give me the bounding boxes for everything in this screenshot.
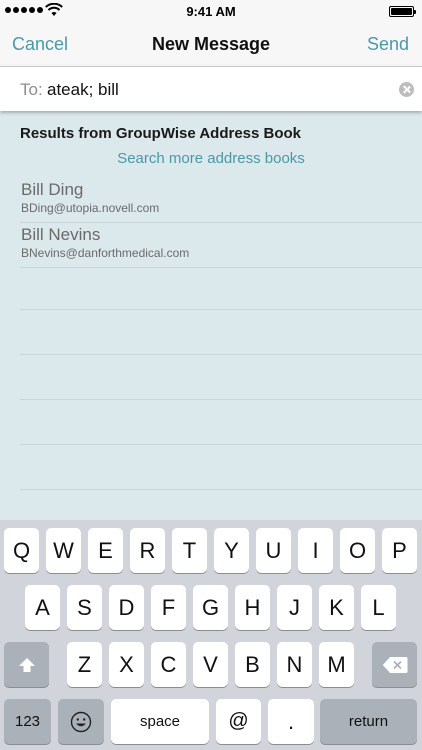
to-label: To: xyxy=(20,80,43,99)
divider xyxy=(20,444,422,445)
page-title: New Message xyxy=(151,34,271,54)
key-l[interactable]: L xyxy=(361,585,396,630)
key-j[interactable]: J xyxy=(277,585,312,630)
shift-key[interactable] xyxy=(4,642,49,687)
key-i[interactable]: I xyxy=(298,528,333,573)
status-time: 9:41 AM xyxy=(186,4,236,19)
key-p[interactable]: P xyxy=(382,528,417,573)
key-o[interactable]: O xyxy=(340,528,375,573)
contact-email: BNevins@danforthmedical.com xyxy=(21,246,190,260)
key-c[interactable]: C xyxy=(151,642,186,687)
key-g[interactable]: G xyxy=(193,585,228,630)
to-field-row: To: ateak; bill xyxy=(0,66,422,111)
divider xyxy=(20,399,422,400)
key-n[interactable]: N xyxy=(277,642,312,687)
search-more-link[interactable]: Search more address books xyxy=(0,150,422,167)
contact-name: Bill Ding xyxy=(21,180,84,199)
divider xyxy=(20,489,422,490)
address-results: Results from GroupWise Address Book Sear… xyxy=(0,111,422,521)
emoji-key[interactable] xyxy=(58,699,104,744)
delete-icon xyxy=(382,656,407,673)
key-m[interactable]: M xyxy=(319,642,354,687)
key-s[interactable]: S xyxy=(67,585,102,630)
contact-item[interactable]: Bill Nevins BNevins@danforthmedical.com xyxy=(20,223,422,268)
key-f[interactable]: F xyxy=(151,585,186,630)
send-button[interactable]: Send xyxy=(367,34,409,55)
key-q[interactable]: Q xyxy=(4,528,39,573)
key-v[interactable]: V xyxy=(193,642,228,687)
return-key[interactable]: return xyxy=(320,699,417,744)
to-input[interactable]: ateak; bill xyxy=(47,80,119,100)
key-t[interactable]: T xyxy=(172,528,207,573)
contact-name: Bill Nevins xyxy=(21,225,101,244)
shift-icon xyxy=(18,657,35,672)
key-r[interactable]: R xyxy=(130,528,165,573)
key-w[interactable]: W xyxy=(46,528,81,573)
battery-icon xyxy=(389,6,416,17)
key-y[interactable]: Y xyxy=(214,528,249,573)
navigation-bar: Cancel New Message Send xyxy=(0,22,422,66)
key-h[interactable]: H xyxy=(235,585,270,630)
keyboard: Q W E R T Y U I O P A S D F G H J K L Z … xyxy=(0,520,422,750)
key-e[interactable]: E xyxy=(88,528,123,573)
divider xyxy=(20,309,422,310)
key-d[interactable]: D xyxy=(109,585,144,630)
contact-item[interactable]: Bill Ding BDing@utopia.novell.com xyxy=(20,178,422,223)
key-z[interactable]: Z xyxy=(67,642,102,687)
numbers-key[interactable]: 123 xyxy=(4,699,51,744)
key-k[interactable]: K xyxy=(319,585,354,630)
key-a[interactable]: A xyxy=(25,585,60,630)
divider xyxy=(20,354,422,355)
emoji-icon xyxy=(70,711,92,732)
period-key[interactable]: . xyxy=(268,699,314,744)
status-bar: 9:41 AM xyxy=(0,0,422,22)
delete-key[interactable] xyxy=(372,642,417,687)
key-b[interactable]: B xyxy=(235,642,270,687)
results-header: Results from GroupWise Address Book xyxy=(20,125,302,142)
contact-email: BDing@utopia.novell.com xyxy=(21,201,160,215)
at-key[interactable]: @ xyxy=(216,699,261,744)
key-x[interactable]: X xyxy=(109,642,144,687)
space-key[interactable]: space xyxy=(111,699,209,744)
clear-icon[interactable] xyxy=(399,82,414,97)
key-u[interactable]: U xyxy=(256,528,291,573)
